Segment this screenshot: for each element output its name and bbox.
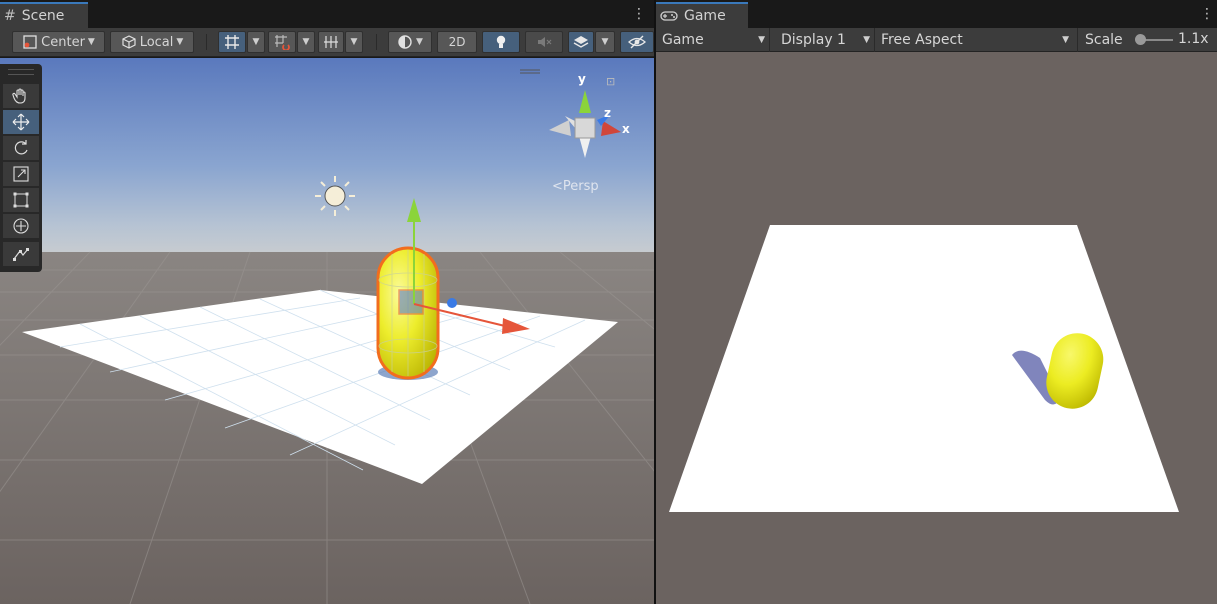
game-render [656,52,1217,604]
scene-visibility-toggle[interactable] [620,31,654,53]
increment-snap-dropdown[interactable]: ▼ [297,31,315,53]
toolbar-separator [376,34,377,50]
display-label: Display 1 [781,32,846,48]
rect-tool[interactable] [3,188,39,212]
effects-toggle[interactable] [568,31,594,53]
hand-icon [12,88,26,104]
shaded-sphere-icon [398,35,412,49]
chevron-down-icon: ▼ [1062,35,1069,45]
game-toolbar: Game ▼ Display 1 ▼ Free Aspect ▼ Scale 1… [656,28,1217,52]
eye-hidden-icon [628,35,646,49]
gizmo-y-label: y [578,72,586,86]
scale-control: Scale 1.1x [1079,28,1217,52]
tools-overlay [0,64,42,272]
grid-visibility-toggle[interactable] [318,31,344,53]
tab-scene-label: Scene [21,8,65,24]
gamepad-icon [660,11,678,21]
scene-panel: # Scene ⋮ Center ▼ Local ▼ ▼ ▼ ▼ ▼ 2D ▼ … [0,0,654,604]
chevron-down-icon: ▼ [176,37,184,47]
grid-snap-icon [225,35,239,49]
lightbulb-icon [496,35,506,48]
increment-snap-icon [275,35,290,50]
scale-label: Scale [1085,32,1123,48]
custom-tool[interactable] [3,242,39,266]
scene-tabbar: # Scene ⋮ [0,0,654,28]
pivot-mode-dropdown[interactable]: Center ▼ [12,31,105,53]
chevron-down-icon: ▼ [416,37,423,47]
scene-tab-menu-icon[interactable]: ⋮ [632,6,646,22]
grid-visibility-icon [324,36,338,48]
tab-game-label: Game [684,8,726,24]
chevron-down-icon: ▼ [350,37,358,47]
scene-toolbar: Center ▼ Local ▼ ▼ ▼ ▼ ▼ 2D ▼ [0,28,654,57]
layers-effects-icon [573,36,589,48]
move-tool[interactable] [3,110,39,134]
aspect-label: Free Aspect [881,32,963,48]
chevron-down-icon: ▼ [87,37,95,47]
persp-arrow-icon: < [552,179,563,194]
rotate-icon [14,140,28,155]
increment-snap-toggle[interactable] [268,31,296,53]
overlay-drag-handle[interactable] [8,69,34,75]
mode-2d-toggle[interactable]: 2D [437,31,477,53]
tab-scene[interactable]: # Scene [0,2,88,28]
gizmo-x-label: x [622,122,630,136]
pivot-mode-label: Center [41,34,85,50]
chevron-down-icon: ▼ [302,37,310,47]
pivot-center-icon [23,35,37,49]
directional-light-icon [315,176,355,216]
game-tab-menu-icon[interactable]: ⋮ [1200,6,1214,22]
unity-editor: # Scene ⋮ Center ▼ Local ▼ ▼ ▼ ▼ ▼ 2D ▼ … [0,0,1217,604]
scale-tool[interactable] [3,162,39,186]
grid-visibility-dropdown[interactable]: ▼ [345,31,363,53]
toolbar-separator [206,34,207,50]
rotate-tool[interactable] [3,136,39,160]
aspect-select[interactable]: Free Aspect ▼ [875,28,1078,52]
lighting-toggle[interactable] [482,31,520,53]
svg-text:⊡: ⊡ [606,75,615,88]
grid-snap-toggle[interactable] [218,31,246,53]
game-view-select[interactable]: Game ▼ [656,28,770,52]
game-panel: Game ⋮ Game ▼ Display 1 ▼ Free Aspect ▼ … [656,0,1217,604]
game-viewport[interactable] [656,52,1217,604]
cube-local-icon [122,35,136,49]
audio-mute-icon [538,37,552,47]
scene-render: ⊡ [0,58,654,604]
pivot-rotation-dropdown[interactable]: Local ▼ [110,31,194,53]
hand-tool[interactable] [3,84,39,108]
rect-transform-icon [13,192,29,208]
tab-game[interactable]: Game [656,2,748,28]
scale-icon [13,166,29,182]
gizmo-z-label: z [604,106,611,120]
projection-mode-label[interactable]: <Persp [552,179,599,194]
grid-hash-icon: # [4,8,16,24]
chevron-down-icon: ▼ [601,37,609,47]
transform-icon [13,218,29,234]
scale-value: 1.1x [1178,31,1209,47]
display-select[interactable]: Display 1 ▼ [775,28,875,52]
chevron-down-icon: ▼ [863,35,870,45]
game-view-label: Game [662,32,704,48]
game-tabbar: Game ⋮ [656,0,1217,28]
chevron-down-icon: ▼ [252,37,260,47]
draw-mode-dropdown[interactable]: ▼ [388,31,432,53]
scene-viewport[interactable]: ⊡ y x z <Persp [0,58,654,604]
custom-tool-icon [13,248,29,261]
pivot-rotation-label: Local [139,34,174,50]
chevron-down-icon: ▼ [758,35,765,45]
transform-tool[interactable] [3,214,39,238]
effects-dropdown[interactable]: ▼ [595,31,615,53]
mode-2d-label: 2D [448,35,466,49]
grid-snap-dropdown[interactable]: ▼ [247,31,265,53]
move-arrows-icon [12,113,30,131]
scale-slider-thumb[interactable] [1135,34,1146,45]
audio-toggle[interactable] [525,31,563,53]
